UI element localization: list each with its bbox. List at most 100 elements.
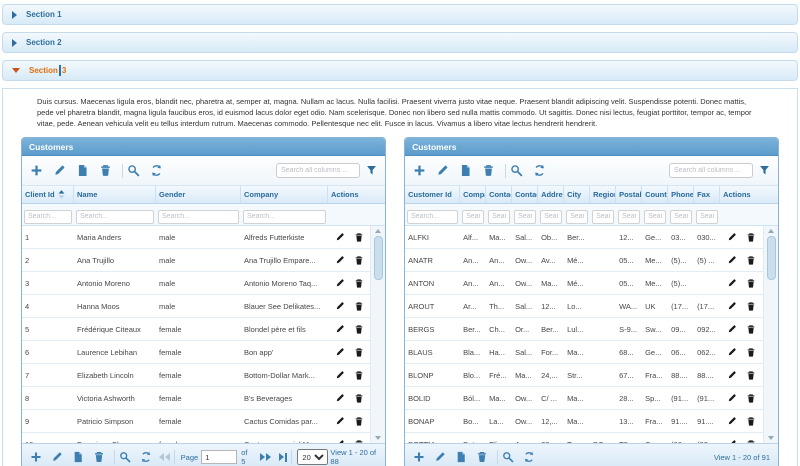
table-row[interactable]: 5Frédérique CiteauxfemaleBlondel père et…	[22, 318, 370, 341]
scroll-down-icon[interactable]	[375, 436, 381, 440]
column-header[interactable]: City	[564, 186, 590, 203]
edit-row-icon[interactable]	[335, 370, 345, 380]
page-size-select[interactable]: 20	[297, 449, 328, 465]
delete-row-icon[interactable]	[746, 439, 756, 444]
column-header[interactable]: Actions	[720, 186, 778, 203]
refresh-button[interactable]	[533, 164, 546, 177]
column-header[interactable]: Company	[460, 186, 486, 203]
delete-row-icon[interactable]	[354, 439, 364, 444]
last-page-button[interactable]	[279, 453, 287, 462]
edit-row-icon[interactable]	[335, 439, 345, 443]
column-search-input[interactable]	[462, 210, 484, 224]
delete-row-icon[interactable]	[354, 301, 364, 312]
delete-record-button[interactable]	[482, 164, 495, 177]
edit-row-icon[interactable]	[727, 416, 737, 426]
edit-row-icon[interactable]	[727, 301, 737, 311]
column-search-input[interactable]	[158, 210, 239, 224]
table-row[interactable]: BOTTMBot...Eliz...Ac...23...Tsa...BCT2..…	[405, 433, 763, 443]
search-all-columns-input[interactable]	[669, 163, 753, 178]
next-page-button[interactable]	[260, 453, 271, 461]
delete-row-icon[interactable]	[746, 324, 756, 335]
table-row[interactable]: BLONPBlo...Fré...Ma...24,...Str...67...F…	[405, 364, 763, 387]
edit-record-button[interactable]	[53, 164, 66, 177]
section-1-header[interactable]: Section 1	[2, 4, 798, 25]
filter-funnel-icon[interactable]	[759, 165, 770, 176]
column-header[interactable]: Country	[642, 186, 668, 203]
delete-row-icon[interactable]	[746, 393, 756, 404]
table-row[interactable]: 7Elizabeth LincolnfemaleBottom-Dollar Ma…	[22, 364, 370, 387]
delete-row-icon[interactable]	[354, 232, 364, 243]
column-header[interactable]: Name	[74, 186, 156, 203]
add-record-button[interactable]	[413, 164, 426, 177]
edit-row-icon[interactable]	[335, 416, 345, 426]
edit-row-icon[interactable]	[727, 347, 737, 357]
delete-row-icon[interactable]	[354, 416, 364, 427]
pager-delete-button[interactable]	[93, 451, 105, 463]
edit-row-icon[interactable]	[335, 347, 345, 357]
delete-row-icon[interactable]	[746, 255, 756, 266]
pager-edit-button[interactable]	[51, 451, 63, 463]
scroll-up-icon[interactable]	[768, 229, 774, 233]
table-row[interactable]: 3Antonio MorenomaleAntonio Moreno Taq...	[22, 272, 370, 295]
delete-record-button[interactable]	[99, 164, 112, 177]
table-row[interactable]: 10Francisco ChangfemaleCentro comercial …	[22, 433, 370, 443]
edit-row-icon[interactable]	[335, 301, 345, 311]
refresh-button[interactable]	[150, 164, 163, 177]
delete-row-icon[interactable]	[746, 416, 756, 427]
edit-row-icon[interactable]	[335, 232, 345, 242]
column-header[interactable]: Phone	[668, 186, 694, 203]
first-prev-page-button[interactable]	[159, 453, 170, 461]
search-all-columns-input[interactable]	[276, 163, 360, 178]
delete-row-icon[interactable]	[746, 347, 756, 358]
table-row[interactable]: 4Hanna MoosmaleBlauer See Delikates...	[22, 295, 370, 318]
vertical-scrollbar[interactable]	[763, 226, 778, 443]
table-row[interactable]: 6Laurence LebihanfemaleBon app'	[22, 341, 370, 364]
table-row[interactable]: BONAPBo...La...Ow...12,...Ma...13...Fra.…	[405, 410, 763, 433]
delete-row-icon[interactable]	[354, 278, 364, 289]
view-record-button[interactable]	[459, 164, 472, 177]
column-header[interactable]: Fax	[694, 186, 720, 203]
column-header[interactable]: Region	[590, 186, 616, 203]
pager-search-button[interactable]	[502, 451, 514, 463]
edit-row-icon[interactable]	[335, 324, 345, 334]
column-header[interactable]: Actions	[328, 186, 385, 203]
column-header[interactable]: Address	[538, 186, 564, 203]
edit-record-button[interactable]	[436, 164, 449, 177]
edit-row-icon[interactable]	[727, 439, 737, 443]
table-row[interactable]: 8Victoria AshworthfemaleB's Beverages	[22, 387, 370, 410]
scroll-down-icon[interactable]	[768, 436, 774, 440]
column-header[interactable]: Client Id	[22, 186, 74, 203]
pager-refresh-button[interactable]	[140, 451, 152, 463]
table-row[interactable]: BLAUSBla...Ha...Sal...For...Ma...68...Ge…	[405, 341, 763, 364]
view-record-button[interactable]	[76, 164, 89, 177]
search-button[interactable]	[127, 164, 140, 177]
table-row[interactable]: ALFKIAlf...Ma...Sal...Ob...Ber...12...Ge…	[405, 226, 763, 249]
table-row[interactable]: 9Patricio SimpsonfemaleCactus Comidas pa…	[22, 410, 370, 433]
pager-add-button[interactable]	[413, 451, 425, 463]
edit-row-icon[interactable]	[727, 370, 737, 380]
column-header[interactable]: Gender	[156, 186, 241, 203]
delete-row-icon[interactable]	[354, 255, 364, 266]
column-search-input[interactable]	[540, 210, 562, 224]
column-search-input[interactable]	[670, 210, 692, 224]
scrollbar-thumb[interactable]	[374, 236, 383, 280]
page-number-input[interactable]	[201, 450, 237, 464]
column-search-input[interactable]	[644, 210, 666, 224]
delete-row-icon[interactable]	[354, 393, 364, 404]
column-search-input[interactable]	[618, 210, 640, 224]
edit-row-icon[interactable]	[727, 393, 737, 403]
edit-row-icon[interactable]	[727, 324, 737, 334]
column-search-input[interactable]	[243, 210, 326, 224]
column-search-input[interactable]	[488, 210, 510, 224]
search-button[interactable]	[510, 164, 523, 177]
scrollbar-thumb[interactable]	[767, 236, 776, 280]
column-search-input[interactable]	[407, 210, 458, 224]
column-header[interactable]: Company	[241, 186, 328, 203]
pager-edit-button[interactable]	[434, 451, 446, 463]
add-record-button[interactable]	[30, 164, 43, 177]
column-search-input[interactable]	[24, 210, 72, 224]
pager-search-button[interactable]	[119, 451, 131, 463]
edit-row-icon[interactable]	[727, 278, 737, 288]
edit-row-icon[interactable]	[727, 232, 737, 242]
column-search-input[interactable]	[566, 210, 588, 224]
